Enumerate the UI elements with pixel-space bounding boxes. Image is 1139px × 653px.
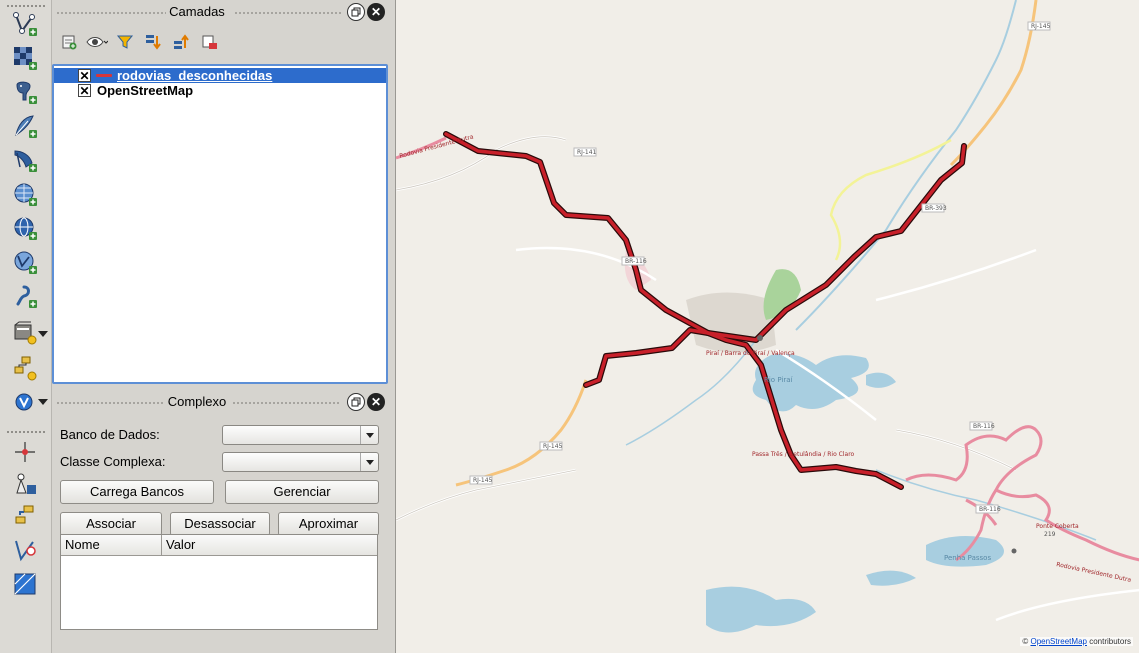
float-panel-button[interactable] (347, 3, 365, 21)
classe-label: Classe Complexa: (60, 454, 166, 469)
layer-checkbox[interactable]: ✕ (78, 69, 91, 82)
add-virtual-layer-icon[interactable] (10, 388, 40, 416)
expand-all-icon[interactable] (142, 31, 164, 53)
carrega-bancos-button[interactable]: Carrega Bancos (60, 480, 214, 504)
add-mssql-layer-icon[interactable] (10, 146, 40, 174)
add-group-icon[interactable] (58, 31, 80, 53)
label-pirai: Piraí / Barra do Piraí / Valença (706, 350, 795, 357)
capture-point-icon[interactable] (10, 438, 40, 466)
label-rj145-north: RJ-145 (1031, 23, 1051, 30)
node-tool-icon[interactable] (10, 536, 40, 564)
chevron-down-icon (360, 453, 378, 471)
attribution-copyright: © (1022, 637, 1029, 646)
complexo-panel-titlebar[interactable]: Complexo ✕ (52, 390, 392, 414)
layers-toolbar (58, 30, 220, 54)
label-rj145-west: RJ-145 (543, 443, 563, 450)
label-br116-center: BR-116 (625, 258, 647, 265)
layer-checkbox[interactable]: ✕ (78, 84, 91, 97)
label-passa-tres: Passa Três / Getulândia / Rio Claro (752, 451, 855, 458)
label-rj141: RJ-141 (577, 149, 597, 156)
add-delimited-text-layer-icon[interactable] (10, 282, 40, 310)
label-ponte-coberta: Ponte Coberta (1036, 523, 1079, 530)
line-symbol-icon (96, 74, 112, 77)
label-br116-south: BR-116 (979, 506, 1001, 513)
place-marker-icon (757, 335, 763, 341)
add-vector-layer-icon[interactable] (10, 10, 40, 38)
column-header-nome[interactable]: Nome (61, 535, 162, 556)
georeferencer-icon[interactable] (10, 570, 40, 598)
toolbar-grip[interactable] (6, 4, 46, 8)
close-icon: ✕ (370, 395, 382, 409)
qgis-window: Camadas ✕ ✕ rodovias_desconhecidas ✕ Ope… (0, 0, 1139, 653)
label-rj145-south: RJ-145 (473, 477, 493, 484)
close-panel-button[interactable]: ✕ (367, 3, 385, 21)
filter-icon[interactable] (114, 31, 136, 53)
gerenciar-button[interactable]: Gerenciar (225, 480, 379, 504)
attribute-table[interactable]: Nome Valor (60, 534, 378, 630)
remove-layer-icon[interactable] (198, 31, 220, 53)
add-postgis-layer-icon[interactable] (10, 78, 40, 106)
chevron-down-icon (360, 426, 378, 444)
banco-label: Banco de Dados: (60, 427, 160, 442)
map-canvas[interactable]: RJ-145 RJ-141 BR-116 RJ-145 RJ-145 BR-11… (395, 0, 1139, 653)
add-wfs-layer-icon[interactable] (10, 248, 40, 276)
label-br116-east: BR-116 (973, 423, 995, 430)
layers-panel: Camadas ✕ ✕ rodovias_desconhecidas ✕ Ope… (52, 0, 392, 390)
add-wms-layer-icon[interactable] (10, 180, 40, 208)
add-wcs-layer-icon[interactable] (10, 214, 40, 242)
map-attribution: © OpenStreetMap contributors (1020, 637, 1133, 646)
classe-select[interactable] (222, 452, 379, 472)
float-icon (351, 7, 361, 17)
associar-button[interactable]: Associar (60, 512, 162, 536)
collapse-all-icon[interactable] (170, 31, 192, 53)
aproximar-button[interactable]: Aproximar (278, 512, 379, 536)
label-rio-pirai: Rio Piraí (764, 376, 793, 384)
add-spatialite-layer-icon[interactable] (10, 112, 40, 140)
label-219: 219 (1044, 531, 1056, 538)
new-shapefile-layer-icon[interactable] (10, 318, 40, 346)
layers-panel-titlebar[interactable]: Camadas ✕ (52, 0, 392, 24)
banco-select[interactable] (222, 425, 379, 445)
move-feature-icon[interactable] (10, 502, 40, 530)
place-marker-icon (1011, 548, 1017, 554)
add-raster-layer-icon[interactable] (10, 44, 40, 72)
close-icon: ✕ (370, 5, 382, 19)
float-icon (351, 397, 361, 407)
close-panel-button[interactable]: ✕ (367, 393, 385, 411)
digitize-tool-icon[interactable] (10, 470, 40, 498)
layer-toolbar (0, 0, 52, 653)
layer-item-openstreetmap[interactable]: ✕ OpenStreetMap (54, 83, 386, 98)
chevron-down-icon[interactable] (38, 399, 48, 405)
complexo-panel: Complexo ✕ Banco de Dados: Classe Comple… (52, 390, 392, 653)
column-header-valor[interactable]: Valor (162, 535, 377, 556)
desassociar-button[interactable]: Desassociar (170, 512, 270, 536)
toolbar-grip[interactable] (6, 430, 46, 434)
layer-name: rodovias_desconhecidas (117, 68, 273, 83)
layer-item-rodovias[interactable]: ✕ rodovias_desconhecidas (54, 68, 386, 83)
label-br393: BR-393 (925, 205, 947, 212)
attribution-suffix: contributors (1089, 637, 1131, 646)
layer-name: OpenStreetMap (97, 83, 194, 98)
layer-tree[interactable]: ✕ rodovias_desconhecidas ✕ OpenStreetMap (52, 64, 388, 384)
map-svg: RJ-145 RJ-141 BR-116 RJ-145 RJ-145 BR-11… (396, 0, 1139, 653)
chevron-down-icon[interactable] (38, 331, 48, 337)
new-spatialite-layer-icon[interactable] (10, 354, 40, 382)
float-panel-button[interactable] (347, 393, 365, 411)
attribution-osm-link[interactable]: OpenStreetMap (1030, 637, 1086, 646)
label-penha-passos: Penha Passos (944, 554, 991, 562)
visibility-icon[interactable] (86, 31, 108, 53)
